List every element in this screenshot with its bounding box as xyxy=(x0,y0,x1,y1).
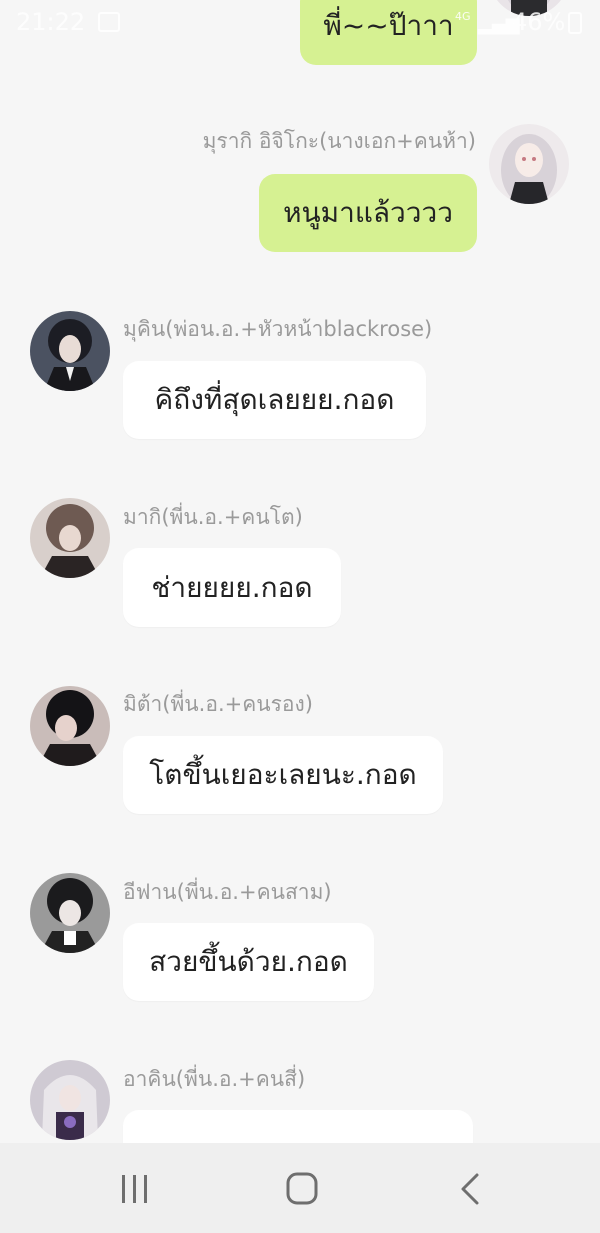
message-bubble[interactable]: หนูมาแล้วววว xyxy=(259,174,477,252)
sender-name: อีฟาน(พี่น.อ.+คนสาม) xyxy=(123,880,332,904)
gallery-icon xyxy=(98,12,120,32)
network-type: 4G xyxy=(455,10,471,23)
recent-apps-icon[interactable] xyxy=(115,1171,155,1207)
message-bubble[interactable] xyxy=(123,1110,473,1143)
message-text: คิถึงที่สุดเลยยย.กอด xyxy=(154,383,395,416)
sender-name: มุคิน(พ่อน.อ.+หัวหน้าblackrose) xyxy=(123,317,433,341)
avatar-man-suit-icon[interactable] xyxy=(30,311,110,391)
message-text: โตขึ้นเยอะเลยนะ.กอด xyxy=(149,758,417,791)
sender-name: มิต้า(พี่น.อ.+คนรอง) xyxy=(123,692,313,716)
message-bubble[interactable]: โตขึ้นเยอะเลยนะ.กอด xyxy=(123,736,443,814)
message-text: ช่ายยยย.กอด xyxy=(151,570,313,604)
avatar-black-hair-icon[interactable] xyxy=(30,873,110,953)
message-bubble[interactable]: ช่ายยยย.กอด xyxy=(123,548,341,627)
system-navigation-bar xyxy=(0,1143,600,1233)
battery-icon xyxy=(568,12,582,34)
sender-name: อาคิน(พี่น.อ.+คนสี่) xyxy=(123,1067,306,1091)
message-bubble[interactable]: สวยขึ้นด้วย.กอด xyxy=(123,923,374,1001)
avatar-white-hair-icon[interactable] xyxy=(30,1060,110,1140)
back-icon[interactable] xyxy=(450,1171,490,1207)
status-bar: 21:22 4G ▂▄▆ 46% xyxy=(0,0,600,48)
sender-name: มากิ(พี่น.อ.+คนโต) xyxy=(123,505,303,529)
avatar-dark-hair-icon[interactable] xyxy=(30,686,110,766)
avatar-brown-hair-icon[interactable] xyxy=(30,498,110,578)
message-bubble[interactable]: คิถึงที่สุดเลยยย.กอด xyxy=(123,361,426,439)
sender-name: มุรากิ อิจิโกะ(นางเอก+คนห้า) xyxy=(202,129,476,153)
avatar-girl-icon[interactable] xyxy=(489,124,569,204)
status-time: 21:22 xyxy=(16,8,86,36)
message-text: สวยขึ้นด้วย.กอด xyxy=(149,945,348,978)
message-text: หนูมาแล้วววว xyxy=(283,196,453,229)
battery-percent: 46% xyxy=(512,8,566,36)
chat-message-list[interactable]: พี่~~ป๊าาา มุรากิ อิจิโกะ(นางเอก+คนห้า) … xyxy=(0,0,600,1143)
home-icon[interactable] xyxy=(282,1171,322,1207)
